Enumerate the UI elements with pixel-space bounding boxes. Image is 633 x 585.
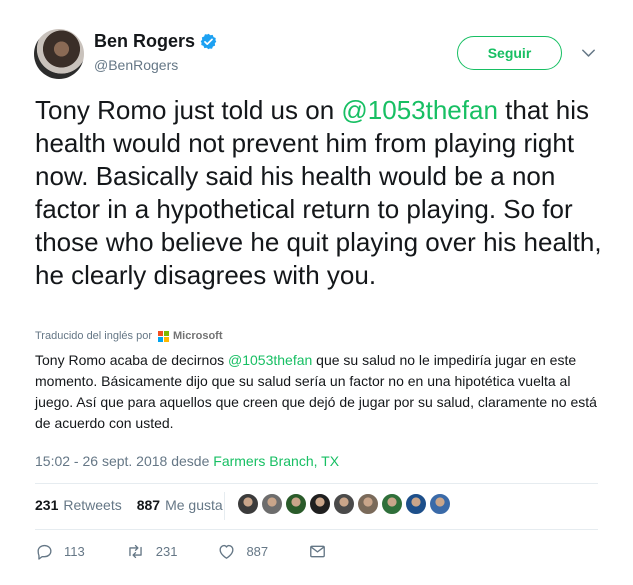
translated-text-part: Tony Romo acaba de decirnos — [35, 352, 228, 368]
retweets-count[interactable]: 231 — [35, 497, 58, 513]
mention-link[interactable]: @1053thefan — [341, 95, 498, 125]
retweet-action[interactable]: 231 — [125, 542, 178, 561]
chevron-down-icon[interactable] — [580, 46, 596, 60]
liker-avatar[interactable] — [285, 493, 307, 515]
timestamp[interactable]: 15:02 - 26 sept. 2018 — [35, 453, 167, 469]
tweet-text-part: Tony Romo just told us on — [35, 95, 342, 125]
mention-link[interactable]: @1053thefan — [228, 352, 312, 368]
envelope-icon[interactable] — [308, 542, 327, 561]
author-handle[interactable]: @BenRogers — [94, 57, 217, 73]
liker-avatar[interactable] — [309, 493, 331, 515]
author-info: Ben Rogers @BenRogers — [94, 31, 217, 73]
retweets-label[interactable]: Retweets — [63, 497, 121, 513]
liker-avatar[interactable] — [237, 493, 259, 515]
translation-credit-label: Traducido del inglés por — [35, 330, 152, 342]
divider — [35, 483, 598, 484]
heart-icon[interactable] — [217, 542, 236, 561]
divider — [35, 529, 598, 530]
reply-count: 113 — [64, 544, 85, 559]
author-name[interactable]: Ben Rogers — [94, 31, 195, 52]
likes-count[interactable]: 887 — [137, 497, 160, 513]
like-count: 887 — [246, 544, 269, 559]
translation-credit: Traducido del inglés por Microsoft — [35, 330, 223, 342]
tweet-text: Tony Romo just told us on @1053thefan th… — [35, 94, 605, 292]
retweet-icon[interactable] — [125, 542, 146, 561]
liker-avatar[interactable] — [429, 493, 451, 515]
liker-avatar[interactable] — [381, 493, 403, 515]
direct-message-action[interactable] — [308, 542, 327, 561]
like-action[interactable]: 887 — [217, 542, 268, 561]
from-label: desde — [171, 453, 210, 469]
likes-label[interactable]: Me gusta — [165, 497, 223, 513]
tweet-meta: 15:02 - 26 sept. 2018 desde Farmers Bran… — [35, 453, 339, 469]
microsoft-logo-icon — [158, 330, 169, 342]
reply-action[interactable]: 113 — [35, 542, 85, 561]
tweet-stats: 231 Retweets 887 Me gusta — [35, 497, 223, 513]
follow-button[interactable]: Seguir — [457, 36, 562, 70]
retweet-count: 231 — [155, 544, 178, 559]
liker-avatar[interactable] — [261, 493, 283, 515]
tweet-actions: 113 231 887 — [35, 542, 367, 561]
liker-avatars — [237, 493, 453, 515]
stats-separator — [224, 492, 225, 520]
verified-badge-icon — [200, 33, 217, 50]
translated-text: Tony Romo acaba de decirnos @1053thefan … — [35, 350, 605, 434]
location-link[interactable]: Farmers Branch, TX — [213, 453, 339, 469]
reply-icon[interactable] — [35, 542, 54, 561]
liker-avatar[interactable] — [333, 493, 355, 515]
avatar[interactable] — [34, 29, 84, 79]
liker-avatar[interactable] — [357, 493, 379, 515]
translation-provider: Microsoft — [173, 330, 223, 342]
tweet-card: Ben Rogers @BenRogers Seguir Tony Romo j… — [0, 0, 633, 585]
liker-avatar[interactable] — [405, 493, 427, 515]
